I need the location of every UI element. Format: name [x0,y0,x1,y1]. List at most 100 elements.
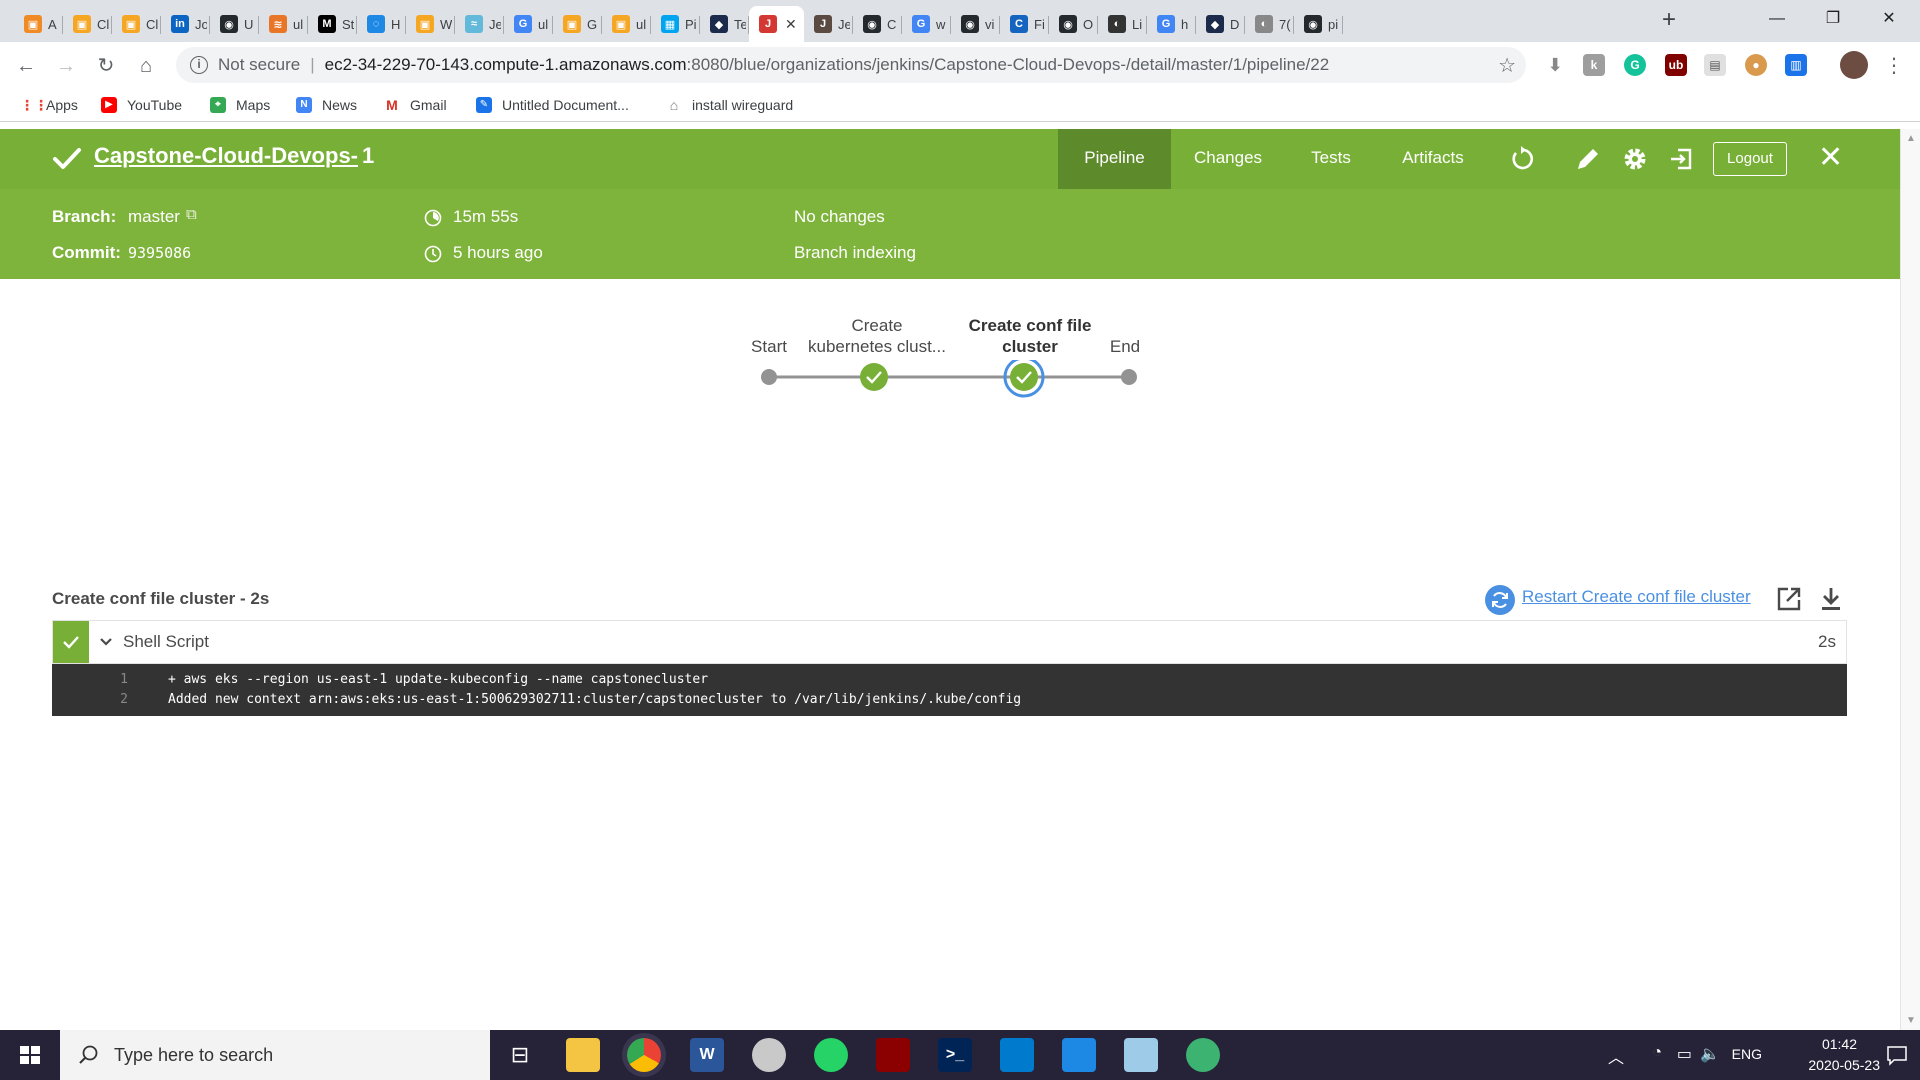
bookmark-maps[interactable]: ⌖ Maps [210,94,270,116]
browser-tab[interactable]: Gw [902,6,951,42]
game-app-icon[interactable] [876,1038,910,1072]
clock-date[interactable]: 2020-05-23 [1808,1057,1880,1073]
tab-artifacts[interactable]: Artifacts [1377,129,1489,189]
trello-extension-icon[interactable]: ▥ [1785,54,1807,76]
edit-pencil-icon[interactable] [1574,145,1602,173]
logout-button[interactable]: Logout [1713,142,1787,176]
tab-close-icon[interactable]: ✕ [785,16,797,33]
browser-tab[interactable]: J Je [804,6,853,42]
tab-pipeline[interactable]: Pipeline [1058,129,1171,189]
commit-hash[interactable]: 9395086 [128,244,191,262]
page-scrollbar[interactable]: ▲ ▼ [1900,129,1920,1030]
back-icon[interactable]: ← [12,52,40,80]
run-pipeline-name-link[interactable]: Capstone-Cloud-Devops- [94,143,358,169]
grammarly-icon[interactable]: G [1624,54,1646,76]
stage-node-create-kubernetes[interactable] [860,363,888,391]
go-to-classic-icon[interactable] [1668,145,1696,173]
home-icon[interactable]: ⌂ [132,52,160,80]
whatsapp-icon[interactable] [814,1038,848,1072]
bookmark-apps[interactable]: ⋮⋮ Apps [20,94,78,116]
chrome-icon[interactable] [627,1038,661,1072]
browser-tab[interactable]: ▣ G [553,6,602,42]
snipping-tool-icon[interactable] [752,1038,786,1072]
volume-icon[interactable]: 🔈 [1700,1044,1720,1064]
app-icon[interactable] [1186,1038,1220,1072]
browser-tab[interactable]: ▣ Cl [63,6,112,42]
battery-icon[interactable]: ▭ [1677,1044,1692,1064]
extension-k-icon[interactable]: k [1583,54,1605,76]
photos-icon[interactable] [1062,1038,1096,1072]
forward-icon[interactable]: → [52,52,80,80]
reload-icon[interactable]: ↻ [92,52,120,80]
word-icon[interactable]: W [690,1038,724,1072]
task-view-icon[interactable]: ⊟ [503,1038,537,1072]
notepad-icon[interactable] [1124,1038,1158,1072]
window-close-button[interactable]: ✕ [1866,4,1912,34]
cookie-extension-icon[interactable]: ● [1745,54,1767,76]
browser-tab[interactable]: ◆ Te [700,6,749,42]
browser-tab[interactable]: ◆ D [1196,6,1245,42]
chevron-down-icon[interactable] [99,633,113,651]
browser-tab[interactable]: ◉ U [210,6,259,42]
download-log-icon[interactable] [1819,586,1843,612]
browser-tab[interactable]: in Jo [161,6,210,42]
browser-tab[interactable]: ▣ A [14,6,63,42]
windows-start-icon[interactable] [0,1030,60,1080]
vscode-icon[interactable] [1000,1038,1034,1072]
info-icon[interactable]: i [190,56,208,74]
log-line-number[interactable]: 1 [52,670,128,690]
bookmark-untitled-document[interactable]: ✎ Untitled Document... [476,94,629,116]
bookmark-star-icon[interactable]: ☆ [1498,53,1516,78]
browser-tab[interactable]: ◉ O [1049,6,1098,42]
browser-menu-icon[interactable]: ⋮ [1880,52,1908,80]
browser-tab[interactable]: ▦ Pi [651,6,700,42]
browser-tab[interactable]: ◉ pi [1294,6,1343,42]
browser-tab[interactable]: ≈ Je [455,6,504,42]
log-line-number[interactable]: 2 [52,690,128,710]
url-host[interactable]: ec2-34-229-70-143.compute-1.amazonaws.co… [325,55,687,75]
minimize-button[interactable]: — [1754,4,1800,34]
browser-tab[interactable]: Gh [1147,6,1196,42]
stage-label-create-kubernetes[interactable]: Create kubernetes clust... [800,315,954,357]
bookmark-gmail[interactable]: M Gmail [384,94,447,116]
address-bar[interactable]: i Not secure | ec2-34-229-70-143.compute… [176,47,1526,83]
step-name[interactable]: Shell Script [123,632,209,652]
browser-tab-active[interactable]: J ✕ [749,6,804,42]
profile-avatar[interactable] [1840,51,1868,79]
scroll-up-icon[interactable]: ▲ [1906,133,1916,144]
settings-gear-icon[interactable] [1621,145,1649,173]
new-tab-button[interactable]: + [1656,8,1682,34]
browser-tab[interactable]: ≋ ul [259,6,308,42]
branch-value[interactable]: master [128,207,180,227]
bookmark-youtube[interactable]: ▶ YouTube [101,94,182,116]
external-link-icon[interactable]: ⧉ [186,206,197,223]
rerun-icon[interactable] [1508,145,1536,173]
maximize-button[interactable]: ❐ [1810,4,1856,34]
step-row-shell-script[interactable]: Shell Script 2s [52,620,1847,664]
bookmark-news[interactable]: N News [296,94,357,116]
notifications-icon[interactable] [1886,1044,1908,1066]
document-extension-icon[interactable]: ▤ [1704,54,1726,76]
browser-tab[interactable]: ◌ H [357,6,406,42]
browser-tab[interactable]: ◐ 7( [1245,6,1294,42]
language-indicator[interactable]: ENG [1732,1046,1762,1062]
browser-tab[interactable]: ◐ Li [1098,6,1147,42]
tray-chevron-up-icon[interactable]: ︿ [1608,1044,1624,1068]
restart-stage-link[interactable]: Restart Create conf file cluster [1522,587,1751,607]
browser-tab[interactable]: Gul [504,6,553,42]
browser-tab[interactable]: ▣ Cl [112,6,161,42]
open-log-external-icon[interactable] [1776,586,1802,612]
tab-changes[interactable]: Changes [1171,129,1285,189]
network-icon[interactable]: ◔ [1652,1044,1662,1062]
clock-time[interactable]: 01:42 [1822,1036,1857,1052]
file-explorer-icon[interactable] [566,1038,600,1072]
browser-tab[interactable]: ◉ C [853,6,902,42]
download-extension-icon[interactable]: ⬇ [1544,54,1566,76]
security-label[interactable]: Not secure [218,55,300,75]
taskbar-search[interactable]: Type here to search [60,1030,490,1080]
browser-tab[interactable]: ▣ W [406,6,455,42]
browser-tab[interactable]: M St [308,6,357,42]
scroll-down-icon[interactable]: ▼ [1906,1015,1916,1026]
ublock-icon[interactable]: ub [1665,54,1687,76]
browser-tab[interactable]: ▣ ul [602,6,651,42]
